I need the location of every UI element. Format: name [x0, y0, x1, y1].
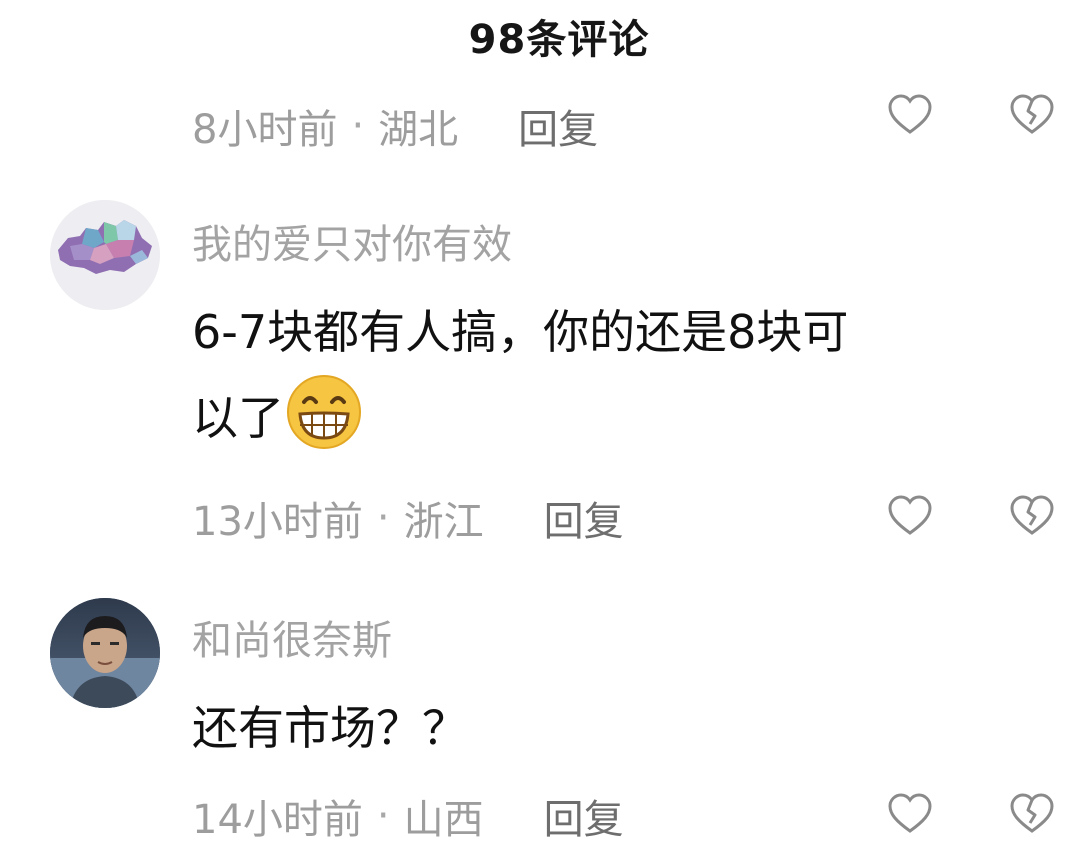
dislike-button[interactable] — [1006, 94, 1058, 142]
person-avatar-image — [50, 598, 160, 708]
reply-button[interactable]: 回复 — [518, 97, 598, 152]
comment-text-line-2: 以了 — [192, 372, 1052, 458]
reply-button[interactable]: 回复 — [544, 489, 624, 547]
dislike-button[interactable] — [1006, 788, 1058, 840]
comment-text: 6-7块都有人搞，你的还是8块可 以了 — [192, 292, 1052, 458]
comment-location: 浙江 — [403, 499, 484, 545]
comment-time: 14小时前 — [192, 797, 363, 843]
grinning-face-emoji — [287, 375, 361, 449]
comments-count-title: 98条评论 — [468, 17, 650, 63]
comment-location: 山西 — [403, 797, 484, 843]
meta-separator: · — [351, 103, 365, 149]
reply-button[interactable]: 回复 — [544, 787, 624, 845]
comment-location: 湖北 — [378, 107, 459, 152]
comment-time: 8小时前 — [192, 107, 338, 152]
broken-heart-outline-icon — [1010, 495, 1054, 535]
avatar[interactable] — [50, 200, 160, 310]
dislike-button[interactable] — [1006, 490, 1058, 542]
broken-heart-outline-icon — [1010, 94, 1054, 134]
like-button[interactable] — [884, 94, 936, 142]
map-avatar-image — [50, 200, 160, 310]
heart-outline-icon — [888, 495, 932, 535]
heart-outline-icon — [888, 94, 932, 134]
comment-text-line: 还有市场？？ — [192, 701, 468, 755]
meta-separator: · — [376, 793, 390, 839]
comments-header: 98条评论 — [0, 0, 1080, 72]
comment-text: 还有市场？？ — [192, 688, 1052, 768]
avatar[interactable] — [50, 598, 160, 708]
comment-text-line: 6-7块都有人搞，你的还是8块可 — [192, 305, 849, 359]
like-button[interactable] — [884, 788, 936, 840]
comment-username[interactable]: 我的爱只对你有效 — [192, 212, 512, 270]
like-button[interactable] — [884, 490, 936, 542]
broken-heart-outline-icon — [1010, 793, 1054, 833]
comment-text-segment: 以了 — [192, 391, 284, 445]
comment-time: 13小时前 — [192, 499, 363, 545]
meta-separator: · — [376, 495, 390, 541]
comment-username[interactable]: 和尚很奈斯 — [192, 608, 392, 666]
heart-outline-icon — [888, 793, 932, 833]
